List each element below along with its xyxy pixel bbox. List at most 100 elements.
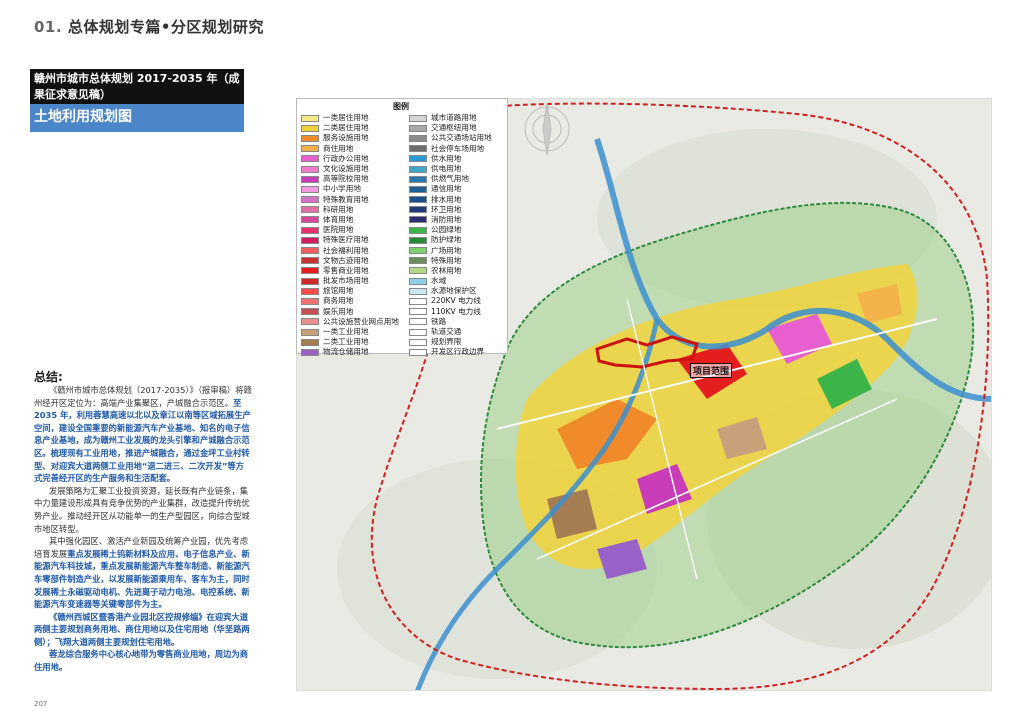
- legend-swatch: [301, 206, 319, 214]
- legend-item: 规划界限: [409, 337, 492, 347]
- legend-item: 高等院校用地: [301, 174, 399, 184]
- legend-swatch: [409, 247, 427, 255]
- legend-swatch: [301, 114, 319, 122]
- legend-label: 文物古迹用地: [323, 255, 369, 265]
- legend-swatch: [409, 134, 427, 142]
- legend-item: 旅馆用地: [301, 286, 399, 296]
- legend-item: 铁路: [409, 317, 492, 327]
- legend-label: 广场用地: [431, 245, 462, 255]
- legend-swatch: [301, 134, 319, 142]
- legend-item: 中小学用地: [301, 184, 399, 194]
- legend-label: 220KV 电力线: [431, 296, 481, 306]
- legend-swatch: [409, 287, 427, 295]
- legend-label: 社会福利用地: [323, 245, 369, 255]
- legend-label: 零售商业用地: [323, 265, 369, 275]
- legend-item: 交通枢纽用地: [409, 123, 492, 133]
- legend-item: 科研用地: [301, 205, 399, 215]
- legend-item: 220KV 电力线: [409, 296, 492, 306]
- legend-label: 特殊用地: [431, 255, 462, 265]
- legend-swatch: [301, 236, 319, 244]
- legend-item: 供水用地: [409, 154, 492, 164]
- legend-item: 水域: [409, 276, 492, 286]
- legend-swatch: [409, 165, 427, 173]
- legend-swatch: [409, 196, 427, 204]
- legend-label: 特殊教育用地: [323, 194, 369, 204]
- legend-swatch: [409, 175, 427, 183]
- summary-paragraph-2: 发展策略为汇聚工业投资资源，延长既有产业链条，集中力量建设形成具有竞争优势的产业…: [34, 485, 250, 534]
- legend-label: 开发区行政边界: [431, 347, 485, 357]
- legend-swatch: [301, 267, 319, 275]
- legend-label: 农林用地: [431, 265, 462, 275]
- legend-label: 旅馆用地: [323, 286, 354, 296]
- legend-label: 公共交通场站用地: [431, 133, 492, 143]
- legend-swatch: [409, 185, 427, 193]
- legend-swatch: [409, 206, 427, 214]
- legend-swatch: [301, 328, 319, 336]
- legend-label: 娱乐用地: [323, 306, 354, 316]
- legend-swatch: [409, 338, 427, 346]
- legend-item: 文化设施用地: [301, 164, 399, 174]
- legend-item: 文物古迹用地: [301, 256, 399, 266]
- legend-label: 二类工业用地: [323, 337, 369, 347]
- legend-label: 一类居住用地: [323, 113, 369, 123]
- legend-title: 图例: [393, 102, 409, 111]
- legend-item: 体育用地: [301, 215, 399, 225]
- legend-label: 公共设施营业网点用地: [323, 316, 399, 326]
- legend-swatch: [301, 338, 319, 346]
- legend-label: 供燃气用地: [431, 174, 469, 184]
- legend-swatch: [301, 124, 319, 132]
- legend-label: 商住用地: [323, 143, 354, 153]
- legend-item: 消防用地: [409, 215, 492, 225]
- legend-item: 城市道路用地: [409, 113, 492, 123]
- legend-item: 供电用地: [409, 164, 492, 174]
- page-header: 01. 总体规划专篇•分区规划研究: [34, 16, 264, 37]
- legend-label: 公园绿地: [431, 225, 462, 235]
- project-area-label: 项目范围: [690, 363, 733, 378]
- legend-column-right: 城市道路用地 交通枢纽用地 公共交通场站用地 社会停车场用地 供水用地 供电用地 供燃气用地…: [409, 113, 492, 358]
- legend-label: 中小学用地: [323, 184, 361, 194]
- legend-item: 二类居住用地: [301, 123, 399, 133]
- legend-swatch: [301, 297, 319, 305]
- section-title: 总体规划专篇•分区规划研究: [67, 18, 264, 36]
- legend-item: 特殊教育用地: [301, 195, 399, 205]
- legend-item: 行政办公用地: [301, 154, 399, 164]
- legend-item: 轨道交通: [409, 327, 492, 337]
- legend-item: 供燃气用地: [409, 174, 492, 184]
- legend-swatch: [409, 226, 427, 234]
- legend-swatch: [301, 196, 319, 204]
- legend-swatch: [409, 216, 427, 224]
- legend-swatch: [301, 185, 319, 193]
- summary-p3-highlight: 重点发展稀土钨新材料及应用、电子信息产业、新能源汽车科技城，重点发展新能源汽车整…: [34, 548, 250, 610]
- legend-label: 文化设施用地: [323, 164, 369, 174]
- legend-label: 城市道路用地: [431, 113, 477, 123]
- legend-label: 排水用地: [431, 194, 462, 204]
- legend-swatch: [301, 175, 319, 183]
- legend-item: 商务用地: [301, 296, 399, 306]
- legend-swatch: [409, 145, 427, 153]
- legend-item: 服务设施用地: [301, 133, 399, 143]
- legend-item: 环卫用地: [409, 205, 492, 215]
- legend-swatch: [301, 165, 319, 173]
- map-title: 土地利用规划图: [30, 104, 244, 132]
- summary-text: 《赣州市城市总体规划（2017-2035）》（报审稿）将赣州经开区定位为：高端产…: [34, 384, 252, 674]
- summary-p1-plain: 《赣州市城市总体规划（2017-2035）》（报审稿）将赣州经开区定位为：高端产…: [34, 385, 252, 408]
- plan-source-title: 赣州市城市总体规划 2017-2035 年（成果征求意见稿）: [30, 69, 244, 104]
- legend-item: 一类工业用地: [301, 327, 399, 337]
- legend-label: 行政办公用地: [323, 153, 369, 163]
- legend-label: 防护绿地: [431, 235, 462, 245]
- page-number: 207: [34, 700, 48, 708]
- legend-swatch: [301, 216, 319, 224]
- legend-swatch: [301, 247, 319, 255]
- legend-swatch: [409, 277, 427, 285]
- legend-swatch: [409, 297, 427, 305]
- legend-item: 商住用地: [301, 144, 399, 154]
- legend-swatch: [409, 318, 427, 326]
- legend-label: 交通枢纽用地: [431, 123, 477, 133]
- legend-item: 批发市场用地: [301, 276, 399, 286]
- summary-heading: 总结:: [34, 370, 63, 384]
- legend-label: 商务用地: [323, 296, 354, 306]
- legend-swatch: [301, 308, 319, 316]
- legend-label: 医院用地: [323, 225, 354, 235]
- legend-item: 公共交通场站用地: [409, 133, 492, 143]
- legend-item: 二类工业用地: [301, 337, 399, 347]
